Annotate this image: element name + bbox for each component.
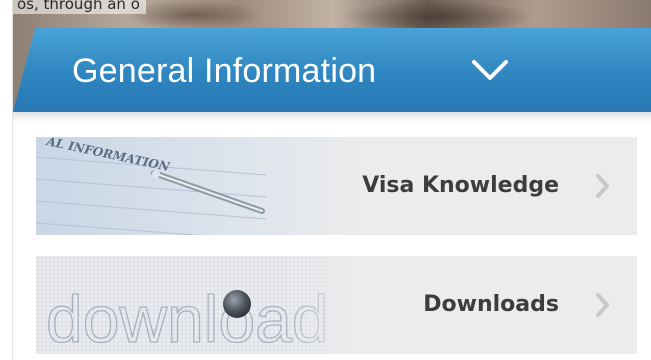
section-title: General Information (72, 52, 377, 90)
information-form-image: AL INFORMATION (36, 137, 366, 235)
page-edge-strip (0, 0, 13, 360)
chevron-down-icon[interactable] (470, 56, 510, 84)
chevron-right-icon (596, 174, 609, 198)
visa-knowledge-label: Visa Knowledge (362, 173, 559, 198)
download-banner-image: download (36, 256, 366, 354)
visa-knowledge-card[interactable]: AL INFORMATION Visa Knowledge (36, 137, 637, 235)
downloads-card[interactable]: download Downloads (36, 256, 637, 354)
banner-shadow (13, 112, 651, 122)
photo-caption: os, through an o (13, 0, 146, 14)
downloads-label: Downloads (423, 292, 559, 317)
chevron-right-icon (596, 293, 609, 317)
